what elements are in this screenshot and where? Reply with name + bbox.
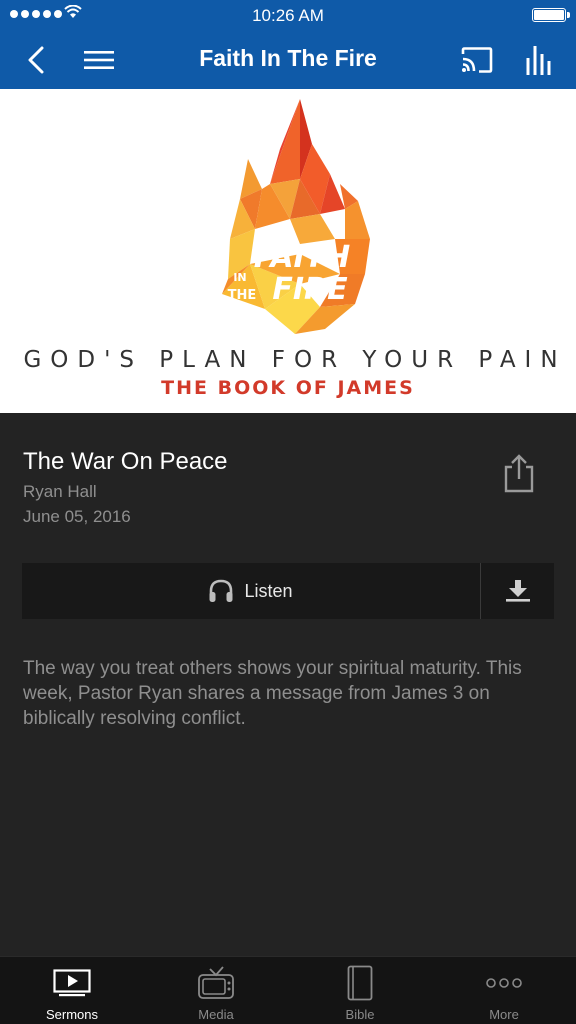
sermon-speaker: Ryan Hall: [23, 482, 97, 501]
listen-bar: Listen: [22, 563, 554, 619]
tab-media[interactable]: Media: [144, 957, 288, 1024]
tab-more[interactable]: More: [432, 957, 576, 1024]
listen-label: Listen: [244, 580, 293, 601]
logo-text-faith: FAITH: [254, 240, 351, 275]
logo-text-the: THE: [228, 288, 257, 303]
tab-media-label: Media: [198, 1007, 234, 1022]
battery-icon: [532, 8, 570, 22]
tab-bible[interactable]: Bible: [288, 957, 432, 1024]
status-time: 10:26 AM: [252, 6, 324, 25]
series-tagline: GOD'S PLAN FOR YOUR PAIN: [23, 347, 567, 373]
flame-logo: FAITH IN THE FIRE: [222, 99, 370, 334]
tab-sermons[interactable]: Sermons: [0, 957, 144, 1024]
download-icon: [505, 580, 530, 602]
share-icon: [504, 454, 534, 493]
sermon-description: The way you treat others shows your spir…: [23, 658, 522, 729]
sermon-title: The War On Peace: [23, 448, 228, 475]
sermon-details: The War On Peace Ryan Hall June 05, 2016…: [0, 413, 576, 956]
book-icon: [347, 965, 373, 1001]
series-artwork: FAITH IN THE FIRE GOD'S PLAN FOR YOUR PA…: [0, 89, 576, 413]
cast-icon: [461, 47, 493, 73]
logo-text-fire: FIRE: [272, 272, 348, 307]
television-icon: [198, 966, 234, 999]
tv-play-icon: [53, 969, 91, 997]
tab-bible-label: Bible: [345, 1007, 375, 1022]
listen-button[interactable]: Listen: [22, 563, 479, 619]
tab-more-label: More: [489, 1007, 519, 1022]
cast-button[interactable]: [457, 40, 497, 80]
status-bar: 10:26 AM: [0, 0, 576, 30]
tab-bar: Sermons Media Bible More: [0, 956, 576, 1024]
more-dots-icon: [486, 978, 522, 988]
share-button[interactable]: [500, 453, 538, 493]
tab-sermons-label: Sermons: [45, 1007, 99, 1022]
series-subtitle: THE BOOK OF JAMES: [161, 377, 415, 399]
download-button[interactable]: [481, 563, 554, 619]
sermon-date: June 05, 2016: [23, 507, 131, 526]
stats-button[interactable]: [519, 40, 559, 80]
headphones-icon: [209, 579, 233, 602]
bar-chart-icon: [526, 46, 551, 75]
nav-bar: Faith In The Fire: [0, 30, 576, 89]
logo-text-in: IN: [233, 271, 246, 284]
